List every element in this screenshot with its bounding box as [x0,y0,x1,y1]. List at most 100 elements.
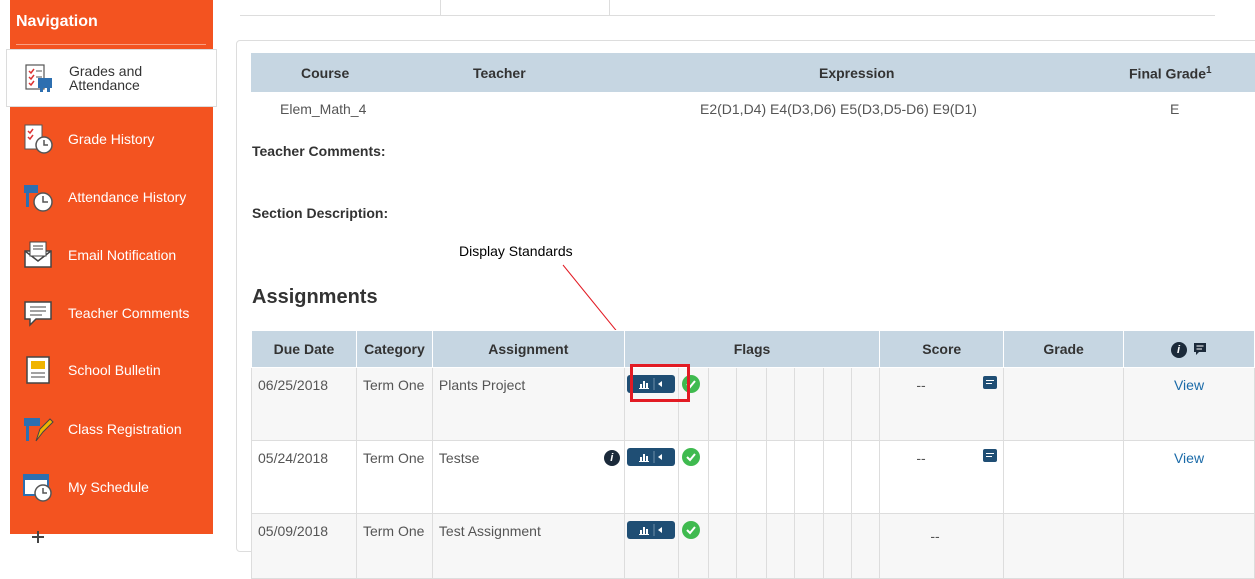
flag-cell [623,440,679,514]
header-final-grade: Final Grade1 [1129,65,1212,82]
sidebar-item-label: Attendance History [68,189,187,205]
check-icon [681,521,700,539]
comment-icon[interactable] [983,449,998,462]
sidebar-item-label: Email Notification [68,247,177,263]
sidebar-item-label: My Schedule [68,479,149,495]
flag-cell [851,513,881,579]
assignment-name: Test Assignment [431,513,625,579]
tab-bar-divider [240,15,1215,16]
flag-cell [765,440,795,514]
course-table-header: Course Teacher Expression Final Grade1 [251,53,1255,92]
grade-history-icon [24,124,53,154]
comment-icon[interactable] [1193,342,1207,356]
sidebar-item-school[interactable]: School [10,516,213,574]
flag-cell [623,513,679,579]
flag-cell [735,513,767,579]
flag-cell [793,513,825,579]
flag-cell [851,440,881,514]
grade-cell [1003,513,1125,579]
sidebar-item-label: Class Registration [68,421,182,437]
table-row: 05/24/2018 Term One Testse i -- View [251,440,1255,514]
sidebar-item-email-notification[interactable]: Email Notification [10,226,213,284]
flag-cell [793,367,825,441]
sidebar-navigation: Navigation Grades and Attendance Grade H… [6,0,217,552]
standards-chart-icon [639,524,663,536]
divider [16,44,206,45]
sidebar-item-teacher-comments[interactable]: Teacher Comments [10,284,213,342]
navigation-title: Navigation [16,13,98,30]
score-cell: -- [879,440,1005,514]
check-icon [681,448,700,466]
sidebar-item-grade-history[interactable]: Grade History [10,110,213,168]
flag-cell [677,513,709,579]
sidebar-item-label: Grade History [68,131,155,147]
info-icon[interactable]: i [603,450,620,466]
sidebar-item-label: School [68,537,111,553]
table-row: 06/25/2018 Term One Plants Project -- Vi… [251,367,1255,441]
header-course: Course [301,65,350,81]
flag-cell [707,367,737,441]
category: Term One [355,367,433,441]
category: Term One [355,440,433,514]
flag-cell [707,513,737,579]
header-assignment[interactable]: Assignment [431,330,625,368]
score: -- [916,377,926,393]
display-standards-highlight [630,364,690,402]
sidebar-item-class-registration[interactable]: Class Registration [10,400,213,458]
course-name: Elem_Math_4 [280,101,367,117]
assignments-title: Assignments [252,286,378,308]
teacher-comments-label: Teacher Comments: [252,143,386,159]
score: -- [916,450,926,466]
score-cell: -- [879,367,1005,441]
header-expression: Expression [819,65,895,81]
teacher-comments-icon [24,301,52,327]
due-date: 06/25/2018 [251,367,357,441]
flag-cell [823,513,853,579]
sidebar-item-label: School Bulletin [68,362,161,378]
course-expression: E2(D1,D4) E4(D3,D6) E5(D3,D5-D6) E9(D1) [700,101,977,117]
due-date: 05/24/2018 [251,440,357,514]
comment-icon[interactable] [983,376,998,389]
flag-cell [793,440,825,514]
view-link[interactable]: View [1174,450,1204,466]
flag-cell [735,367,767,441]
flag-cell [765,367,795,441]
header-flags: Flags [623,330,881,368]
flag-cell [823,440,853,514]
header-legend: i [1123,330,1255,368]
info-icon[interactable]: i [1170,342,1187,358]
display-standards-button[interactable] [627,448,676,466]
display-standards-button[interactable] [627,521,676,539]
sidebar-item-my-schedule[interactable]: My Schedule [10,458,213,516]
grade-cell [1003,367,1125,441]
table-row: 05/09/2018 Term One Test Assignment -- [251,513,1255,579]
my-schedule-icon [23,474,52,502]
school-bulletin-icon [26,356,50,384]
flag-cell [765,513,795,579]
assignment-cell: Testse i [431,440,625,514]
assignments-table: Due Date Category Assignment Flags Score… [251,330,1255,579]
tab[interactable] [440,0,610,15]
course-final-grade: E [1170,101,1180,117]
flag-cell [823,367,853,441]
sidebar-item-school-bulletin[interactable]: School Bulletin [10,341,213,399]
view-link[interactable]: View [1174,377,1204,393]
score-cell: -- [879,513,1005,579]
assignment-name: Testse [438,450,480,466]
assignments-header-row: Due Date Category Assignment Flags Score… [251,330,1255,368]
score: -- [930,528,940,544]
header-due-date[interactable]: Due Date [251,330,357,368]
due-date: 05/09/2018 [251,513,357,579]
assignment-name: Plants Project [431,367,625,441]
header-teacher: Teacher [473,65,526,81]
category: Term One [355,513,433,579]
flag-cell [851,367,881,441]
grade-cell [1003,440,1125,514]
sidebar-item-grades-attendance[interactable]: Grades and Attendance [6,49,217,107]
flag-cell [707,440,737,514]
flag-cell [677,440,709,514]
sidebar-item-label: Teacher Comments [68,305,190,321]
header-category[interactable]: Category [355,330,433,368]
sidebar-item-attendance-history[interactable]: Attendance History [10,168,213,226]
annotation-label: Display Standards [459,243,573,259]
